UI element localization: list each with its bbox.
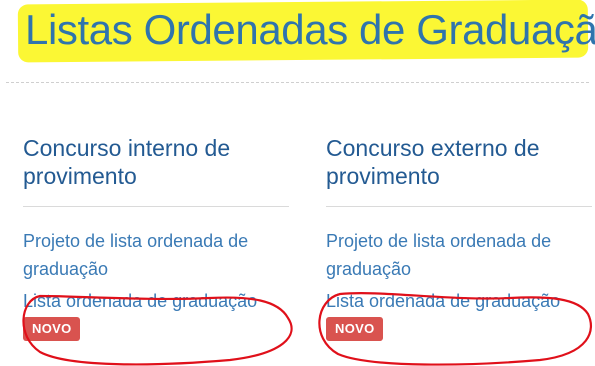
project-list-link-external[interactable]: Projeto de lista ordenada de graduação [326,227,594,283]
section-heading-internal: Concurso interno de provimento [23,135,231,189]
section-external: Concurso externo de provimento Projeto d… [326,134,594,341]
new-badge: NOVO [23,317,81,341]
section-divider [23,206,289,207]
header-divider [6,82,589,83]
section-internal: Concurso interno de provimento Projeto d… [23,134,291,341]
page-title: Listas Ordenadas de Graduação [25,6,595,53]
ordered-list-link-external[interactable]: Lista ordenada de graduação [326,287,594,315]
project-list-link-internal[interactable]: Projeto de lista ordenada de graduação [23,227,291,283]
page: Listas Ordenadas de Graduação Concurso i… [0,0,595,366]
section-divider [326,206,592,207]
new-badge: NOVO [326,317,384,341]
ordered-list-link-internal[interactable]: Lista ordenada de graduação [23,287,291,315]
section-heading-external: Concurso externo de provimento [326,135,540,189]
